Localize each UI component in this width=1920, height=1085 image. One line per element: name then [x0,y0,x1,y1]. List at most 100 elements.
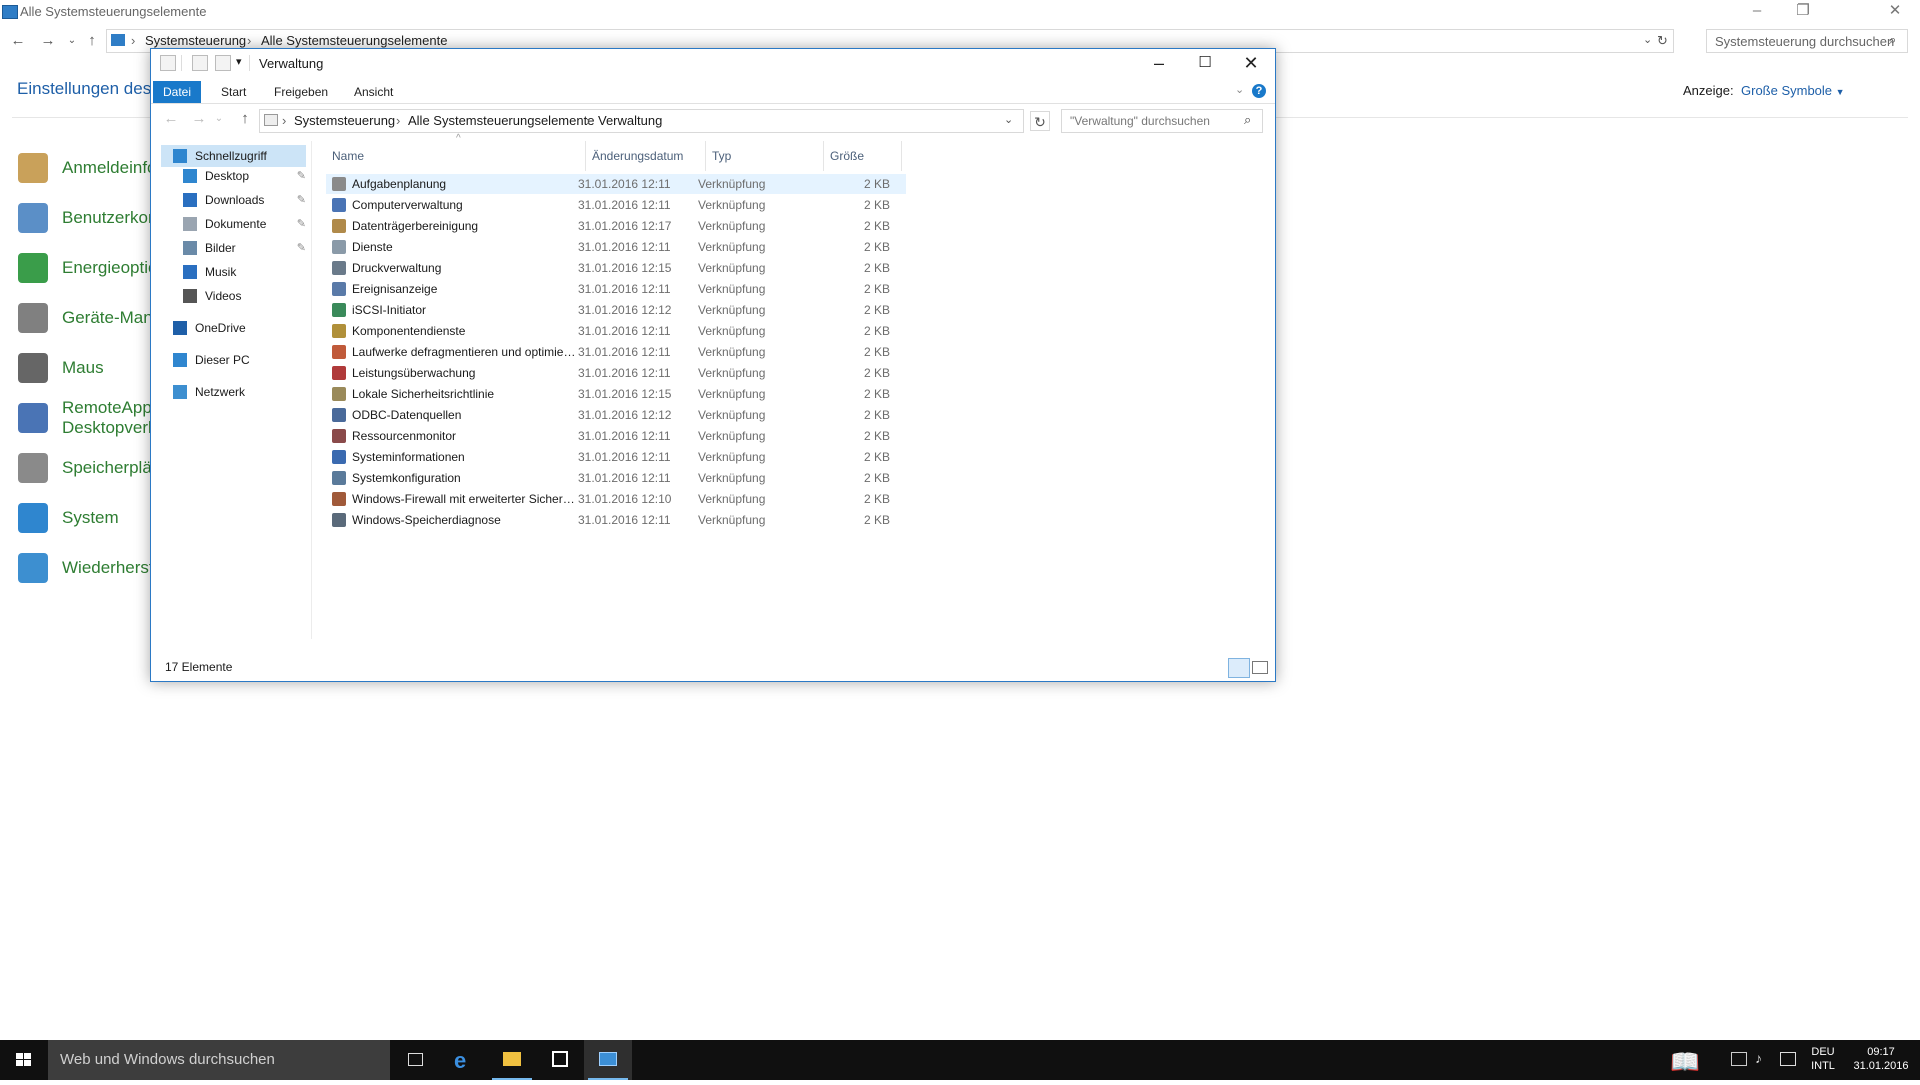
expand-ribbon-icon[interactable]: ⌄ [1235,83,1244,96]
file-row[interactable]: Systeminformationen 31.01.2016 12:11 Verkn… [326,447,906,467]
minimize-button[interactable]: – [1734,0,1780,24]
file-row[interactable]: Ereignisanzeige 31.01.2016 12:11 Verknüpfu… [326,279,906,299]
back-arrow-icon[interactable]: ← [161,109,181,129]
back-arrow-icon[interactable]: ← [8,31,28,51]
control-panel-item[interactable]: Speicherplät [18,448,157,488]
properties-icon[interactable] [160,55,176,71]
search-icon[interactable]: ⌕ [1889,32,1896,48]
pin-icon[interactable]: ✎ [297,217,306,230]
control-panel-item[interactable]: Anmeldeinfo [18,148,157,188]
refresh-icon[interactable]: ↻ [1030,111,1050,131]
new-folder-icon[interactable] [215,55,231,71]
file-row[interactable]: Laufwerke defragmentieren und optimieren… [326,342,906,362]
taskbar-search-input[interactable]: Web und Windows durchsuchen [48,1040,390,1080]
file-row[interactable]: Windows-Firewall mit erweiterter Sicherh… [326,489,906,509]
help-icon[interactable]: ? [1252,84,1266,98]
up-arrow-icon[interactable]: ↑ [235,109,255,129]
file-row[interactable]: Aufgabenplanung 31.01.2016 12:11 Verknüpfu… [326,174,906,194]
file-row[interactable]: Leistungsüberwachung 31.01.2016 12:11 Verk… [326,363,906,383]
tab-freigeben[interactable]: Freigeben [264,81,338,103]
sidebar-item[interactable]: Musik [161,261,306,283]
recent-dropdown-icon[interactable]: ⌄ [209,109,229,129]
chevron-down-icon[interactable]: ⌄ [1004,113,1013,126]
breadcrumb-item[interactable]: Alle Systemsteuerungselemente [408,113,594,128]
sidebar-item[interactable]: Bilder ✎ [161,237,306,259]
sidebar-item[interactable]: Dokumente ✎ [161,213,306,235]
control-panel-item[interactable]: RemoteApp- Desktopverb [18,398,157,438]
column-header-name[interactable]: Name [326,141,586,171]
control-panel-item[interactable]: Geräte-Mana [18,298,162,338]
chevron-right-icon[interactable]: › [247,33,251,48]
volume-icon[interactable]: ♪ [1755,1050,1762,1066]
tab-ansicht[interactable]: Ansicht [344,81,403,103]
up-arrow-icon[interactable]: ↑ [82,31,102,51]
chevron-right-icon[interactable]: › [131,33,135,48]
column-header-type[interactable]: Typ [706,141,824,171]
close-button[interactable]: ✕ [1228,49,1274,79]
file-row[interactable]: Druckverwaltung 31.01.2016 12:15 Verknüpfu… [326,258,906,278]
file-row[interactable]: Komponentendienste 31.01.2016 12:11 Verknü… [326,321,906,341]
sidebar-item[interactable]: Netzwerk [161,381,306,403]
network-icon[interactable] [1731,1052,1747,1066]
sidebar-item[interactable]: Schnellzugriff [161,145,306,167]
refresh-icon[interactable]: ↻ [1657,33,1668,49]
file-row[interactable]: Windows-Speicherdiagnose 31.01.2016 12:11… [326,510,906,530]
large-icons-view-icon[interactable] [1252,661,1268,674]
checkbox-icon[interactable] [192,55,208,71]
notifications-icon[interactable] [1780,1052,1796,1066]
explorer-search-input[interactable]: "Verwaltung" durchsuchen ⌕ [1061,109,1263,133]
chevron-right-icon[interactable]: › [282,113,286,128]
tab-datei[interactable]: Datei [153,81,202,103]
language-indicator[interactable]: DEU INTL [1805,1045,1841,1085]
column-header-size[interactable]: Größe [824,141,902,171]
store-button[interactable] [536,1040,584,1080]
search-icon[interactable]: ⌕ [1244,112,1251,128]
task-view-button[interactable] [392,1040,440,1080]
explorer-address-bar[interactable]: › Systemsteuerung › Alle Systemsteuerung… [259,109,1024,133]
close-button[interactable]: ✕ [1872,0,1918,24]
breadcrumb-item[interactable]: Alle Systemsteuerungselemente [261,33,447,48]
pin-icon[interactable]: ✎ [297,241,306,254]
control-panel-item[interactable]: Wiederherste [18,548,163,588]
customize-toolbar-icon[interactable]: ▾ [236,55,242,68]
file-row[interactable]: Ressourcenmonitor 31.01.2016 12:11 Verknüp… [326,426,906,446]
sidebar-item[interactable]: Downloads ✎ [161,189,306,211]
control-panel-item[interactable]: Maus [18,348,104,388]
details-view-icon[interactable] [1228,658,1250,678]
recent-dropdown-icon[interactable]: ⌄ [62,31,82,51]
file-row[interactable]: ODBC-Datenquellen 31.01.2016 12:12 Verknüp… [326,405,906,425]
restore-button[interactable]: ❐ [1780,0,1826,24]
control-panel-item[interactable]: Energieoptio [18,248,157,288]
sidebar-item[interactable]: OneDrive [161,317,306,339]
file-explorer-button[interactable] [488,1040,536,1080]
tab-start[interactable]: Start [211,81,256,103]
file-row[interactable]: iSCSI-Initiator 31.01.2016 12:12 Verknüpfu… [326,300,906,320]
file-row[interactable]: Dienste 31.01.2016 12:11 Verknüpfung 2 KB [326,237,906,257]
control-panel-taskbar-button[interactable] [584,1040,632,1080]
file-row[interactable]: Lokale Sicherheitsrichtlinie 31.01.2016 1… [326,384,906,404]
file-row[interactable]: Datenträgerbereinigung 31.01.2016 12:17 Ve… [326,216,906,236]
view-dropdown[interactable]: Große Symbole ▼ [1741,83,1845,98]
file-row[interactable]: Computerverwaltung 31.01.2016 12:11 Verknü… [326,195,906,215]
control-panel-item[interactable]: System [18,498,119,538]
sidebar-item[interactable]: Dieser PC [161,349,306,371]
edge-button[interactable]: e [440,1040,488,1080]
maximize-button[interactable]: ☐ [1182,49,1228,79]
pin-icon[interactable]: ✎ [297,169,306,182]
column-header-date[interactable]: Änderungsdatum [586,141,706,171]
file-row[interactable]: Systemkonfiguration 31.01.2016 12:11 Verkn… [326,468,906,488]
sidebar-item[interactable]: Desktop ✎ [161,165,306,187]
pin-icon[interactable]: ✎ [297,193,306,206]
start-button[interactable] [0,1040,48,1080]
breadcrumb-item[interactable]: Verwaltung [598,113,662,128]
forward-arrow-icon[interactable]: → [189,109,209,129]
forward-arrow-icon[interactable]: → [38,31,58,51]
chevron-down-icon[interactable]: ⌄ [1643,33,1652,46]
control-panel-item[interactable]: Benutzerkon [18,198,157,238]
breadcrumb-item[interactable]: Systemsteuerung [145,33,246,48]
bg-search-input[interactable]: Systemsteuerung durchsuchen ⌕ [1706,29,1908,53]
chevron-right-icon[interactable]: › [396,113,400,128]
minimize-button[interactable]: – [1136,49,1182,79]
breadcrumb-item[interactable]: Systemsteuerung [294,113,395,128]
chevron-right-icon[interactable]: › [586,113,590,128]
